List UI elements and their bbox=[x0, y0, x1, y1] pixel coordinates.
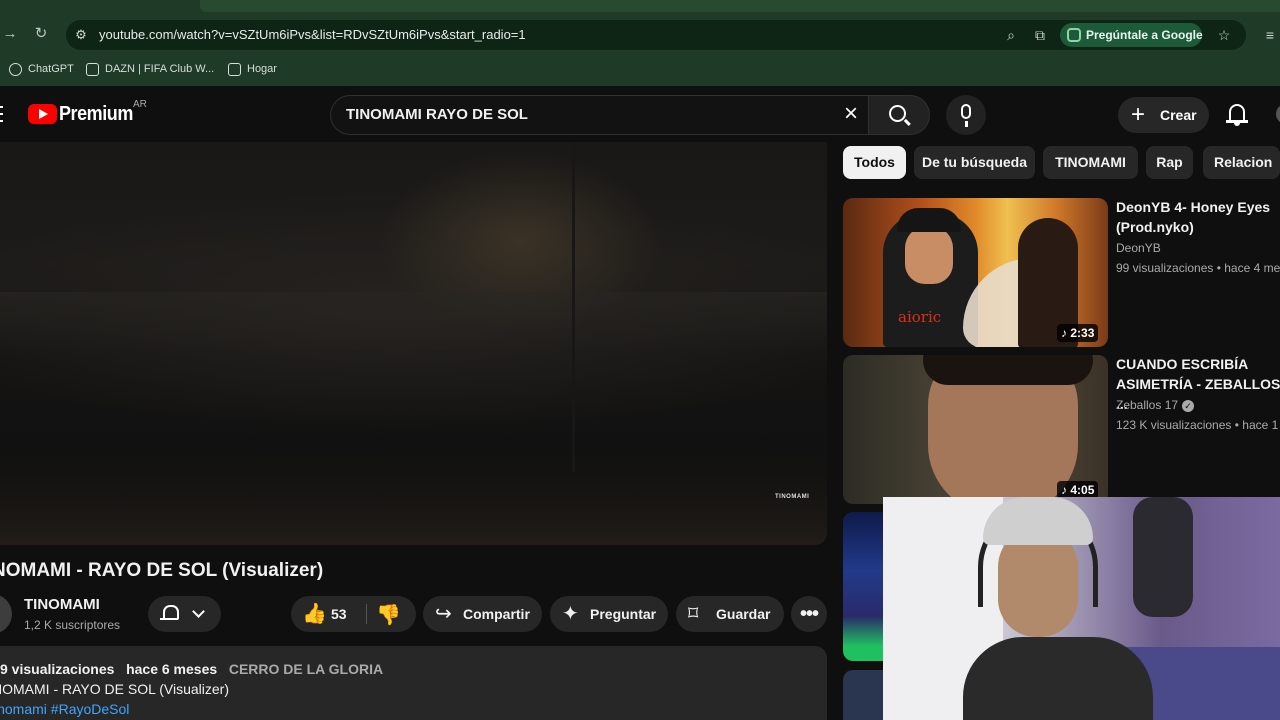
ask-button[interactable]: ✦ Preguntar bbox=[550, 596, 668, 632]
subscriber-count: 1,2 K suscriptores bbox=[24, 618, 121, 632]
video-duration: ♪ 2:33 bbox=[1057, 324, 1099, 342]
bookmark-label: Hogar bbox=[247, 63, 277, 75]
related-channel[interactable]: Zeballos 17 bbox=[1116, 398, 1178, 412]
related-thumbnail[interactable] bbox=[843, 670, 883, 720]
video-frame-pole bbox=[572, 142, 575, 482]
bookmark-label: ChatGPT bbox=[28, 63, 74, 75]
site-settings-icon[interactable]: ⚙ bbox=[72, 26, 90, 44]
voice-search-button[interactable] bbox=[946, 95, 986, 135]
chevron-down-icon bbox=[192, 605, 205, 618]
hashtag-links[interactable]: inomami #RayoDeSol bbox=[0, 701, 129, 717]
video-title: NOMAMI - RAYO DE SOL (Visualizer) bbox=[0, 560, 324, 581]
related-meta: 99 visualizaciones • hace 4 me bbox=[1116, 261, 1280, 275]
channel-avatar[interactable] bbox=[0, 594, 12, 634]
reload-icon[interactable]: ↻ bbox=[31, 24, 51, 44]
chip-de-tu-busqueda[interactable]: De tu búsqueda bbox=[914, 146, 1035, 179]
notifications-bell-icon[interactable] bbox=[1226, 103, 1248, 127]
bookmark-star-icon[interactable]: ☆ bbox=[1214, 25, 1234, 45]
url-text[interactable]: youtube.com/watch?v=vSZtUm6iPvs&list=RDv… bbox=[99, 27, 526, 42]
google-lens-icon bbox=[1067, 28, 1081, 42]
chip-todos[interactable]: Todos bbox=[843, 146, 906, 179]
duration-text: 2:33 bbox=[1070, 326, 1095, 340]
screen: → ↻ ⚙ youtube.com/watch?v=vSZtUm6iPvs&li… bbox=[0, 0, 1280, 720]
bell-icon bbox=[159, 604, 179, 624]
ask-google-button[interactable]: Pregúntale a Google bbox=[1060, 23, 1203, 47]
forward-icon[interactable]: → bbox=[0, 24, 20, 44]
like-count[interactable]: 53 bbox=[331, 596, 347, 632]
thumbnail-text: aioric bbox=[898, 308, 942, 326]
verified-badge-icon: ✓ bbox=[1182, 399, 1195, 412]
chip-relacionados[interactable]: Relacion bbox=[1203, 146, 1280, 179]
save-label: Guardar bbox=[716, 606, 771, 622]
more-icon: ••• bbox=[799, 603, 819, 625]
youtube-brand[interactable]: Premium bbox=[59, 103, 133, 126]
related-thumbnail[interactable] bbox=[843, 512, 883, 661]
search-button[interactable] bbox=[868, 95, 930, 135]
related-title[interactable]: DeonYB 4- Honey Eyes (Prod.nyko) bbox=[1116, 197, 1280, 237]
share-label: Compartir bbox=[463, 606, 530, 622]
bookmark-dazn[interactable]: DAZN | FIFA Club W... bbox=[86, 61, 214, 77]
description-text: NOMAMI - RAYO DE SOL (Visualizer) bbox=[0, 681, 230, 697]
bell-body bbox=[1229, 104, 1245, 121]
plus-icon: + bbox=[1131, 101, 1146, 128]
video-player[interactable] bbox=[0, 142, 827, 545]
ask-label: Preguntar bbox=[590, 606, 657, 622]
thumbnail-cap bbox=[897, 208, 961, 232]
share-button[interactable]: ↪ Compartir bbox=[423, 596, 542, 632]
like-separator bbox=[366, 604, 367, 624]
dazn-icon bbox=[86, 62, 99, 76]
webcam-studio-mic bbox=[1133, 497, 1193, 617]
save-button[interactable]: ⌑ Guardar bbox=[676, 596, 784, 632]
location-link[interactable]: CERRO DE LA GLORIA bbox=[229, 661, 383, 677]
related-channel[interactable]: DeonYB bbox=[1116, 241, 1161, 255]
chatgpt-icon bbox=[9, 62, 22, 76]
browser-tabstrip bbox=[200, 0, 1280, 12]
video-frame-ridge bbox=[0, 292, 827, 352]
like-dislike-group: 👍 53 👍 bbox=[291, 596, 416, 632]
thumbnail-face bbox=[905, 226, 953, 284]
ask-google-label: Pregúntale a Google bbox=[1086, 28, 1203, 42]
video-frame-ground bbox=[0, 472, 827, 545]
clear-search-icon[interactable]: × bbox=[838, 101, 864, 127]
sparkle-icon: ✦ bbox=[562, 603, 579, 625]
bookmark-folder-hogar[interactable]: Hogar bbox=[228, 61, 277, 77]
microphone-stand bbox=[965, 121, 968, 127]
channel-name[interactable]: TINOMAMI bbox=[24, 596, 100, 613]
reading-list-icon[interactable]: ≡ bbox=[1260, 25, 1280, 45]
upload-age: hace 6 meses bbox=[126, 661, 218, 677]
chip-rap[interactable]: Rap bbox=[1146, 146, 1193, 179]
search-query[interactable]: TINOMAMI RAYO DE SOL bbox=[346, 106, 528, 123]
create-label: Crear bbox=[1160, 107, 1197, 123]
install-app-icon[interactable]: ⧉ bbox=[1030, 25, 1050, 45]
bookmark-label: DAZN | FIFA Club W... bbox=[105, 63, 215, 75]
like-icon[interactable]: 👍 bbox=[302, 604, 327, 624]
duration-text: 4:05 bbox=[1070, 483, 1095, 497]
bookmark-chatgpt[interactable]: ChatGPT bbox=[9, 61, 74, 77]
bell-clapper bbox=[1234, 123, 1240, 126]
share-icon: ↪ bbox=[435, 603, 452, 625]
webcam-person-cap bbox=[983, 497, 1093, 545]
microphone-icon bbox=[961, 104, 971, 119]
thumbnail-hair bbox=[923, 355, 1093, 385]
dislike-icon[interactable]: 👍 bbox=[376, 603, 401, 625]
webcam-overlay bbox=[883, 497, 1280, 720]
more-actions-button[interactable]: ••• bbox=[791, 596, 827, 632]
view-count: 9 visualizaciones bbox=[0, 661, 115, 677]
description-meta: 9 visualizaciones hace 6 meses CERRO DE … bbox=[0, 661, 383, 677]
video-watermark: TINOMAMI bbox=[775, 494, 810, 500]
subscription-bell-button[interactable] bbox=[148, 596, 221, 632]
create-button[interactable]: + Crear bbox=[1118, 97, 1209, 133]
youtube-logo-icon[interactable] bbox=[28, 104, 57, 124]
related-meta: 123 K visualizaciones • hace 1 bbox=[1116, 418, 1279, 432]
webcam-person-body bbox=[963, 637, 1153, 720]
related-channel-row[interactable]: Zeballos 17 ✓ bbox=[1116, 398, 1195, 412]
search-icon bbox=[889, 105, 906, 122]
chip-tinomami[interactable]: TINOMAMI bbox=[1043, 146, 1138, 179]
zoom-icon[interactable]: ⌕ bbox=[1001, 25, 1021, 45]
hamburger-menu-icon[interactable] bbox=[0, 106, 3, 122]
bookmark-icon: ⌑ bbox=[688, 603, 699, 625]
region-code: AR bbox=[133, 99, 147, 110]
folder-icon bbox=[228, 62, 241, 76]
